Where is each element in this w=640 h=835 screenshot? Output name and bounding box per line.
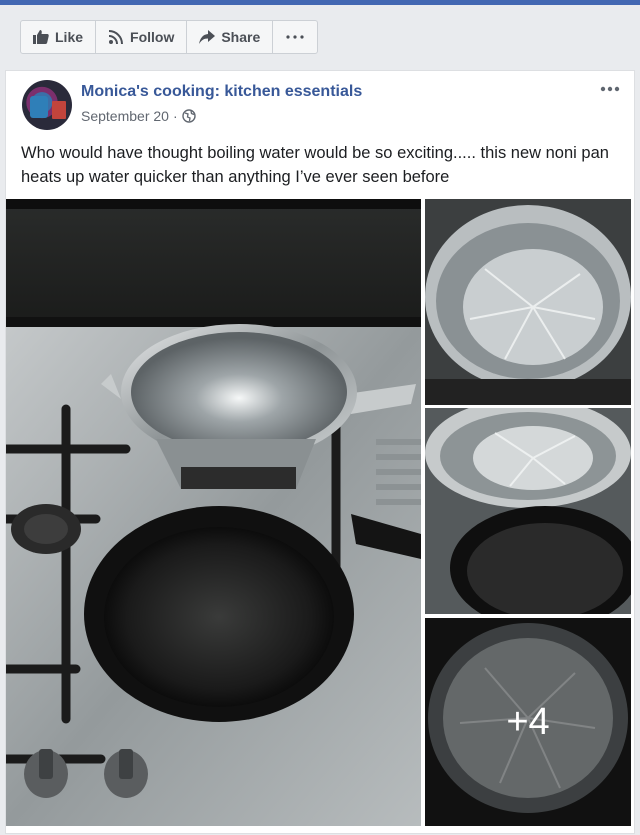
post-text: Who would have thought boiling water wou… [21, 144, 609, 186]
post-options-dots-icon [600, 86, 620, 92]
more-photos-count: +4 [506, 700, 550, 743]
post-meta: September 20 · [81, 108, 196, 124]
stovetop-pans-image [6, 199, 421, 826]
thumbnail-photo-2[interactable] [425, 408, 631, 614]
more-photos-overlay[interactable]: +4 [425, 618, 631, 826]
page-action-buttons: Like Follow Share [20, 20, 319, 54]
main-photo[interactable] [6, 199, 421, 826]
thumbs-up-icon [33, 30, 49, 44]
share-label: Share [221, 29, 261, 45]
follow-button[interactable]: Follow [96, 21, 188, 53]
post-card: Monica's cooking: kitchen essentials Sep… [5, 70, 635, 834]
rss-follow-icon [108, 30, 124, 45]
photo-grid: +4 [6, 199, 634, 835]
thumbnail-photo-3[interactable]: +4 [425, 618, 631, 826]
thumbnail-photo-1[interactable] [425, 199, 631, 405]
pan-water-image-2 [425, 408, 631, 614]
like-label: Like [55, 29, 84, 45]
meta-separator: · [172, 108, 178, 124]
more-options-button[interactable] [273, 21, 317, 53]
page-name-link[interactable]: Monica's cooking: kitchen essentials [81, 83, 362, 101]
like-button[interactable]: Like [21, 21, 97, 53]
post-options-button[interactable] [600, 79, 620, 97]
post-date[interactable]: September 20 [81, 108, 169, 124]
page-action-bar: Like Follow Share [0, 5, 640, 69]
follow-label: Follow [130, 29, 175, 45]
more-dots-icon [286, 35, 304, 39]
pan-water-image-1 [425, 199, 631, 405]
globe-icon [181, 109, 196, 123]
page-avatar[interactable] [22, 80, 72, 130]
share-button[interactable]: Share [187, 21, 274, 53]
share-arrow-icon [199, 30, 216, 44]
